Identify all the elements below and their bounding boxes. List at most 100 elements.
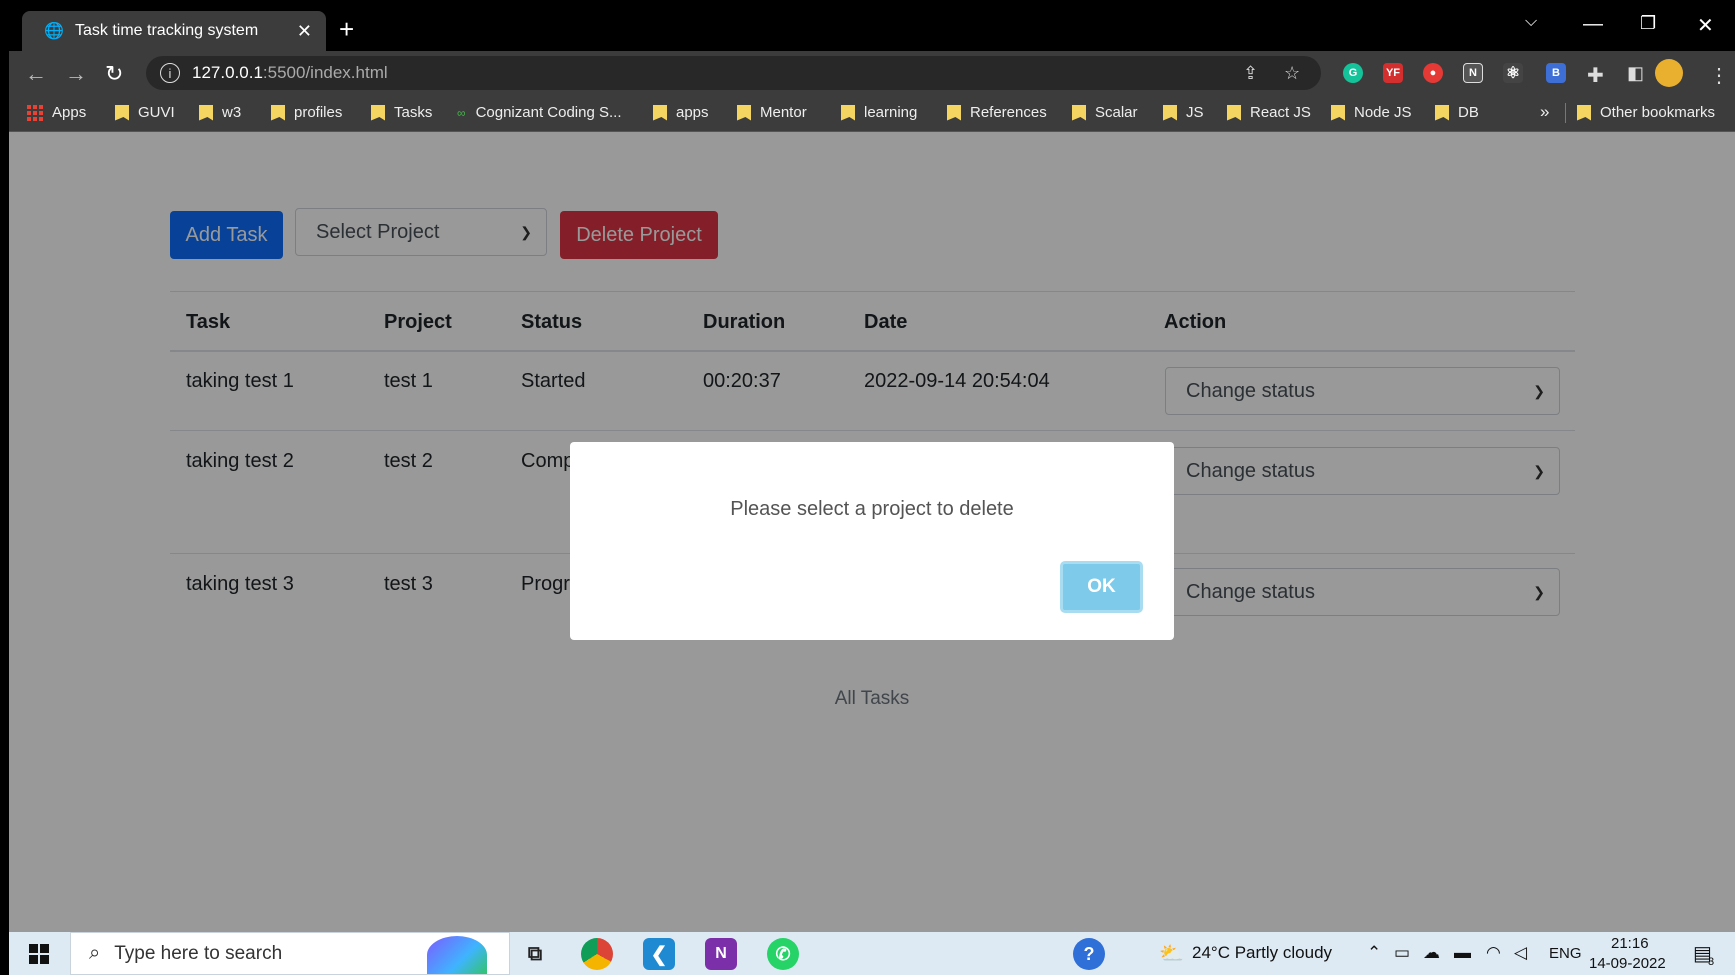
screen: 🌐 Task time tracking system ✕ + ⌵ — ❐ ✕ … <box>9 7 1735 975</box>
address-bar[interactable]: i 127.0.0.1 :5500/index.html <box>146 56 1321 90</box>
meet-icon[interactable]: ▭ <box>1394 943 1410 963</box>
bookmark-react-js[interactable]: React JS <box>1227 104 1311 121</box>
bookmark-references[interactable]: References <box>947 104 1047 121</box>
bookmark-label: JS <box>1186 104 1204 121</box>
bookmark-guvi[interactable]: GUVI <box>115 104 175 121</box>
windows-start-icon[interactable] <box>29 944 49 964</box>
folder-icon <box>1227 104 1241 121</box>
page-content: Add Task Select Project ❯ Delete Project… <box>9 132 1735 932</box>
bookmark-cognizant[interactable]: ∞ Cognizant Coding S... <box>457 104 621 121</box>
grammarly-extension-icon[interactable]: G <box>1343 63 1363 83</box>
back-icon[interactable]: ← <box>25 61 47 87</box>
alert-message: Please select a project to delete <box>730 498 1014 520</box>
bookmark-label: DB <box>1458 104 1479 121</box>
side-panel-icon[interactable]: ◧ <box>1627 63 1644 84</box>
menu-kebab-icon[interactable]: ⋮ <box>1709 63 1729 88</box>
clock-date[interactable]: 14-09-2022 <box>1589 955 1666 972</box>
folder-icon <box>1435 104 1449 121</box>
task-view-icon[interactable]: ⧉ <box>519 938 551 970</box>
weather-text[interactable]: 24°C Partly cloudy <box>1192 943 1332 963</box>
bookmark-label: References <box>970 104 1047 121</box>
close-window-icon[interactable]: ✕ <box>1697 13 1714 38</box>
url-path: :5500/index.html <box>262 63 388 82</box>
onenote-icon[interactable]: N <box>705 938 737 970</box>
tab-title: Task time tracking system <box>75 22 259 39</box>
extensions-puzzle-icon[interactable]: ✚ <box>1587 63 1604 88</box>
minimize-icon[interactable]: — <box>1583 13 1603 36</box>
cloud-icon[interactable]: ☁ <box>1423 943 1440 963</box>
folder-icon <box>115 104 129 121</box>
site-info-icon[interactable]: i <box>160 63 180 83</box>
apps-grid-icon <box>27 104 43 121</box>
folder-icon <box>947 104 961 121</box>
bookmark-other[interactable]: Other bookmarks <box>1577 104 1715 121</box>
wifi-icon[interactable]: ◠ <box>1486 943 1501 963</box>
globe-icon: 🌐 <box>44 23 64 40</box>
bookmark-star-icon[interactable]: ☆ <box>1284 63 1300 84</box>
chevron-up-icon[interactable]: ⌃ <box>1367 943 1381 963</box>
bookmark-label: Other bookmarks <box>1600 104 1716 121</box>
bookmark-node-js[interactable]: Node JS <box>1331 104 1412 121</box>
url-host: 127.0.0.1 <box>192 63 263 82</box>
new-tab-button[interactable]: + <box>339 14 354 45</box>
help-icon[interactable]: ? <box>1073 938 1105 970</box>
notion-extension-icon[interactable]: N <box>1463 63 1483 83</box>
share-icon[interactable]: ⇪ <box>1243 63 1258 84</box>
browser-tabstrip: 🌐 Task time tracking system ✕ + ⌵ — ❐ ✕ <box>9 7 1735 51</box>
bookmark-apps-folder[interactable]: apps <box>653 104 709 121</box>
search-placeholder: Type here to search <box>114 942 283 964</box>
folder-icon <box>199 104 213 121</box>
restore-icon[interactable]: ❐ <box>1640 13 1656 34</box>
bookmark-tasks[interactable]: Tasks <box>371 104 432 121</box>
b-extension-icon[interactable]: B <box>1546 63 1566 83</box>
search-icon: ⌕ <box>89 942 101 964</box>
bookmark-label: Apps <box>52 104 87 121</box>
cognizant-icon: ∞ <box>457 105 466 120</box>
globe-search-highlight-icon <box>427 936 487 974</box>
yf-extension-icon[interactable]: YF <box>1383 63 1403 83</box>
reload-icon[interactable]: ↻ <box>105 61 123 87</box>
folder-icon <box>1577 104 1591 121</box>
folder-icon <box>841 104 855 121</box>
profile-avatar[interactable] <box>1655 59 1683 87</box>
weather-icon[interactable]: ⛅ <box>1159 941 1184 966</box>
vscode-icon[interactable]: ❮ <box>643 938 675 970</box>
volume-muted-icon[interactable]: ◁ <box>1514 943 1527 963</box>
bookmark-db[interactable]: DB <box>1435 104 1479 121</box>
whatsapp-icon[interactable]: ✆ <box>767 938 799 970</box>
taskbar-search-box[interactable]: ⌕ Type here to search <box>70 932 510 975</box>
bookmark-apps[interactable]: Apps <box>27 104 86 121</box>
notification-count-badge: 3 <box>1708 956 1715 968</box>
stop-extension-icon[interactable]: ● <box>1423 63 1443 83</box>
chrome-icon[interactable] <box>581 938 613 970</box>
bookmark-mentor[interactable]: Mentor <box>737 104 807 121</box>
bookmark-label: Node JS <box>1354 104 1412 121</box>
tab-search-icon[interactable]: ⌵ <box>1525 13 1537 31</box>
clock-time[interactable]: 21:16 <box>1611 935 1649 952</box>
bookmark-learning[interactable]: learning <box>841 104 917 121</box>
bookmark-scalar[interactable]: Scalar <box>1072 104 1138 121</box>
ok-button[interactable]: OK <box>1060 561 1143 613</box>
bookmarks-bar: Apps GUVI w3 profiles Tasks ∞ Cognizant C… <box>9 95 1735 132</box>
folder-icon <box>371 104 385 121</box>
bookmark-label: GUVI <box>138 104 175 121</box>
folder-icon <box>653 104 667 121</box>
bookmark-w3[interactable]: w3 <box>199 104 241 121</box>
folder-icon <box>1163 104 1177 121</box>
more-bookmarks-button[interactable]: » <box>1540 102 1549 122</box>
battery-icon[interactable]: ▬ <box>1454 943 1471 963</box>
browser-tab[interactable]: 🌐 Task time tracking system ✕ <box>22 11 326 51</box>
close-tab-icon[interactable]: ✕ <box>297 21 312 42</box>
windows-taskbar: ⌕ Type here to search ⧉ ❮ N ✆ ? ⛅ 24°C P… <box>9 932 1735 975</box>
forward-icon[interactable]: → <box>65 61 87 87</box>
bookmark-label: Cognizant Coding S... <box>475 104 622 121</box>
bookmark-profiles[interactable]: profiles <box>271 104 342 121</box>
language-indicator[interactable]: ENG <box>1549 945 1582 962</box>
bookmark-label: w3 <box>222 104 242 121</box>
alert-dialog: Please select a project to delete OK <box>570 442 1174 640</box>
bookmarks-divider <box>1565 103 1566 123</box>
react-devtools-extension-icon[interactable]: ⚛ <box>1503 63 1523 83</box>
bookmark-label: Tasks <box>394 104 433 121</box>
bookmark-label: apps <box>676 104 709 121</box>
bookmark-js[interactable]: JS <box>1163 104 1204 121</box>
